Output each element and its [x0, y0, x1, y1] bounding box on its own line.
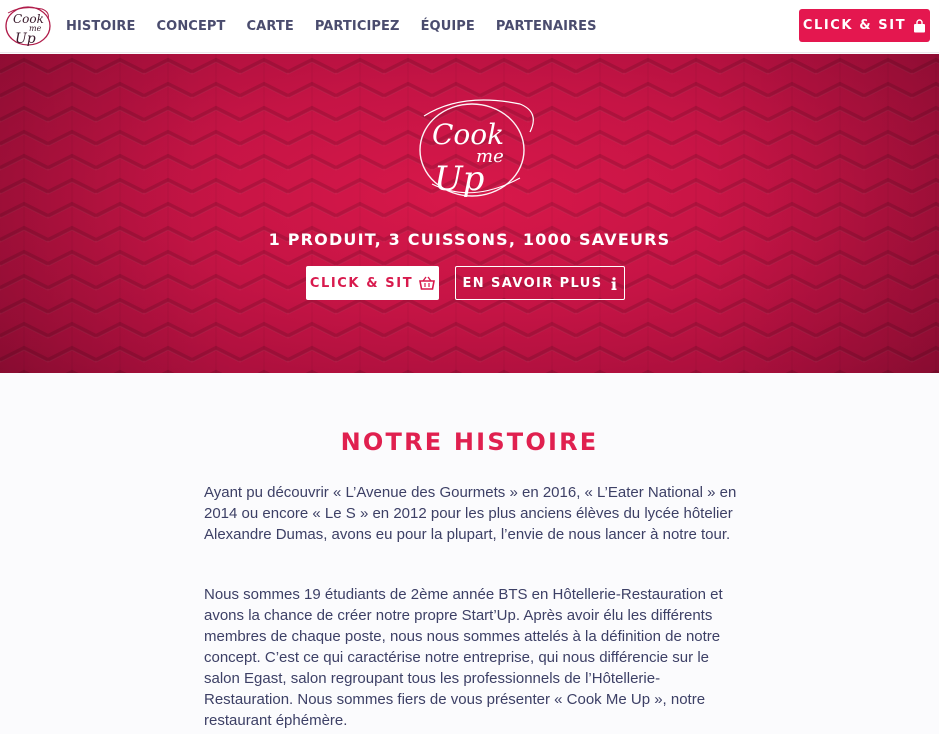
histoire-paragraph-1: Ayant pu découvrir « L’Avenue des Gourme…	[204, 484, 737, 543]
hero-banner: Cook me Up 1 PRODUIT, 3 CUISSONS, 1000 S…	[0, 54, 939, 373]
nav-item-partenaires[interactable]: PARTENAIRES	[496, 19, 597, 34]
basket-icon	[419, 276, 436, 290]
info-icon	[611, 276, 617, 290]
cook-me-up-logo[interactable]: Cook me Up	[2, 3, 54, 49]
hero-cook-me-up-logo: Cook me Up	[419, 99, 534, 199]
top-navbar: Cook me Up HISTOIRE CONCEPT CARTE PARTIC…	[0, 0, 939, 53]
section-title-notre-histoire: NOTRE HISTOIRE	[340, 428, 599, 456]
nav-links: HISTOIRE CONCEPT CARTE PARTICIPEZ ÉQUIPE…	[66, 0, 618, 53]
hero-en-savoir-plus-button[interactable]: EN SAVOIR PLUS	[455, 266, 625, 300]
nav-cta-label: CLICK & SIT	[802, 18, 907, 33]
nav-item-histoire[interactable]: HISTOIRE	[66, 19, 136, 34]
hero-logo-text-up: Up	[434, 159, 484, 199]
hero-tagline: 1 PRODUIT, 3 CUISSONS, 1000 SAVEURS	[268, 230, 671, 249]
nav-item-participez[interactable]: PARTICIPEZ	[315, 19, 400, 34]
logo-text-up: Up	[15, 31, 36, 47]
nav-click-and-sit-button[interactable]: CLICK & SIT	[799, 9, 930, 42]
nav-item-concept[interactable]: CONCEPT	[157, 19, 226, 34]
hero-click-and-sit-button[interactable]: CLICK & SIT	[306, 266, 439, 300]
hero-en-savoir-plus-label: EN SAVOIR PLUS	[462, 275, 603, 291]
hero-click-and-sit-label: CLICK & SIT	[309, 275, 414, 291]
nav-item-equipe[interactable]: ÉQUIPE	[421, 19, 475, 34]
shopping-bag-icon	[914, 18, 926, 32]
histoire-paragraph-2: Nous sommes 19 étudiants de 2ème année B…	[204, 586, 723, 729]
nav-item-carte[interactable]: CARTE	[247, 19, 294, 34]
